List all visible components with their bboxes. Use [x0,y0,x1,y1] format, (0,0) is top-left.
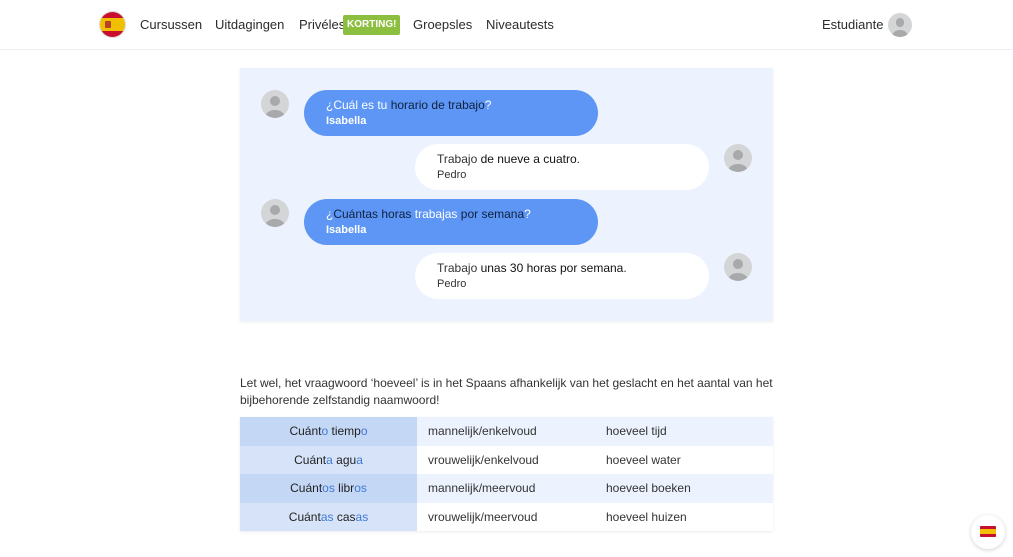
cuanto-table: Cuánto tiempo mannelijk/enkelvoud hoeveel … [240,417,773,531]
highlighted-phrase: horario de trabajo [390,98,485,112]
word-stem: Cuánt [289,424,322,439]
message-text: ¿Cuántas horas trabajas por semana? [326,206,576,222]
message-bubble: ¿Cuántas horas trabajas por semana? Isab… [304,199,598,245]
message-text: Trabajo unas 30 horas por semana. [437,260,687,276]
top-navigation: Cursussen Uitdagingen Privéles KORTING! … [0,0,1013,50]
word-stem: cas [333,509,356,524]
spanish-phrase: Cuánta agua [240,445,417,474]
message-bubble: Trabajo unas 30 horas por semana. Pedro [415,253,709,299]
highlighted-phrase: Cuántas horas [333,207,415,221]
gender-number-ending: a [326,452,333,467]
message-bubble: ¿Cuál es tu horario de trabajo? Isabella [304,90,598,136]
spanish-phrase: Cuántas casas [240,502,417,531]
gender-number-ending: os [354,481,367,496]
gender-number-ending: as [320,509,334,524]
pedro-avatar-icon [724,144,752,172]
message-fragment: trabajas [414,207,458,221]
message-text: Trabajo de nueve a cuatro. [437,151,687,167]
table-row: Cuánto tiempo mannelijk/enkelvoud hoeveel … [240,417,773,446]
word-stem: libr [334,481,355,496]
message-fragment: Trabajo [437,261,481,275]
highlighted-phrase: unas 30 horas por semana [480,261,624,275]
user-avatar-icon[interactable] [888,13,912,37]
message-fragment: ? [484,98,492,112]
nav-uitdagingen[interactable]: Uitdagingen [215,17,284,32]
message-bubble: Trabajo de nueve a cuatro. Pedro [415,144,709,190]
message-speaker: Isabella [326,115,367,127]
dialogue-panel: ¿Cuál es tu horario de trabajo? Isabella… [240,68,773,321]
language-button[interactable] [971,515,1005,549]
message-speaker: Pedro [437,169,467,181]
word-stem: tiemp [328,424,361,439]
grammatical-form: mannelijk/enkelvoud [417,417,595,446]
spanish-phrase: Cuánto tiempo [240,417,417,446]
nav-cursussen[interactable]: Cursussen [140,17,202,32]
gender-number-ending: as [355,509,369,524]
nav-priveles[interactable]: Privéles [299,17,345,32]
grammatical-form: mannelijk/meervoud [417,474,595,503]
gender-number-ending: os [322,481,335,496]
message-fragment: . [576,152,580,166]
spain-flag-icon [980,526,996,537]
isabella-avatar-icon [261,199,289,227]
word-stem: agu [332,452,357,467]
dutch-translation: hoeveel boeken [595,474,773,503]
dutch-translation: hoeveel tijd [595,417,773,446]
message-fragment: ? [524,207,531,221]
grammatical-form: vrouwelijk/meervoud [417,502,595,531]
message-text: ¿Cuál es tu horario de trabajo? [326,97,576,113]
table-row: Cuántos libros mannelijk/meervoud hoeveel … [240,474,773,503]
word-stem: Cuánt [294,452,327,467]
grammar-note: Let wel, het vraagwoord ‘hoeveel’ is in … [240,376,773,407]
message-speaker: Isabella [326,224,367,236]
dutch-translation: hoeveel water [595,445,773,474]
spanish-phrase: Cuántos libros [240,474,417,503]
message-fragment: . [623,261,627,275]
nav-niveautests[interactable]: Niveautests [486,17,554,32]
grammatical-form: vrouwelijk/enkelvoud [417,445,595,474]
gender-number-ending: o [360,424,368,439]
message-fragment: Trabajo [437,152,481,166]
nav-groepsles[interactable]: Groepsles [413,17,472,32]
highlighted-phrase: por semana [457,207,525,221]
isabella-avatar-icon [261,90,289,118]
highlighted-phrase: de nueve a cuatro [480,152,577,166]
user-name[interactable]: Estudiante [822,17,883,32]
table-row: Cuánta agua vrouwelijk/enkelvoud hoeveel w… [240,445,773,474]
discount-badge[interactable]: KORTING! [343,15,401,35]
gender-number-ending: a [356,452,363,467]
table-row: Cuántas casas vrouwelijk/meervoud hoeveel … [240,502,773,531]
message-speaker: Pedro [437,278,467,290]
dutch-translation: hoeveel huizen [595,502,773,531]
word-stem: Cuánt [288,509,321,524]
spain-flag-icon[interactable] [99,11,126,38]
pedro-avatar-icon [724,253,752,281]
message-fragment: ¿Cuál es tu [326,98,391,112]
word-stem: Cuánt [290,481,323,496]
